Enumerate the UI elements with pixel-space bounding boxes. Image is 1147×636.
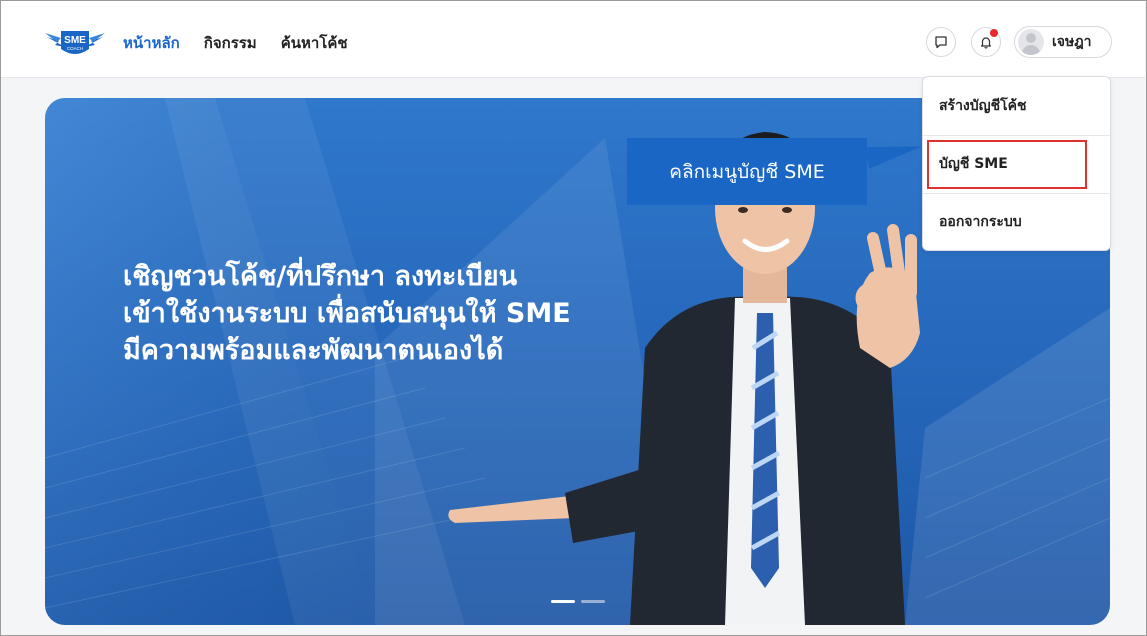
user-name: เจษฎา	[1052, 34, 1092, 50]
menu-item-label: สร้างบัญชีโค้ช	[939, 98, 1027, 114]
bell-icon	[980, 37, 992, 49]
chat-bubble-icon	[935, 36, 947, 49]
logo-text: SME	[64, 35, 86, 46]
nav-activities[interactable]: กิจกรรม	[204, 31, 257, 55]
main-nav: หน้าหลัก กิจกรรม ค้นหาโค้ช	[123, 31, 348, 55]
nav-find-coach[interactable]: ค้นหาโค้ช	[281, 31, 348, 55]
chat-button[interactable]	[926, 27, 956, 57]
top-navbar: SME COACH หน้าหลัก กิจกรรม ค้นหาโค้ช เจษ…	[1, 1, 1145, 78]
carousel-indicators	[551, 600, 605, 603]
menu-item-logout[interactable]: ออกจากระบบ	[923, 193, 1110, 251]
hero-headline-line-1: เชิญชวนโค้ช/ที่ปรึกษา ลงทะเบียน	[123, 261, 518, 292]
menu-item-create-coach-account[interactable]: สร้างบัญชีโค้ช	[923, 77, 1110, 135]
hero-headline-line-3: มีความพร้อมและพัฒนาตนเองได้	[123, 335, 504, 366]
sme-coach-logo[interactable]: SME COACH	[45, 23, 105, 63]
logo-subtext: COACH	[67, 46, 83, 51]
menu-item-label: ออกจากระบบ	[939, 214, 1022, 230]
notification-button[interactable]	[971, 27, 1001, 57]
highlight-box-sme-account	[927, 140, 1087, 189]
user-menu-button[interactable]: เจษฎา	[1014, 26, 1112, 58]
hero-headline-line-2: เข้าใช้งานระบบ เพื่อสนับสนุนให้ SME	[123, 298, 571, 329]
callout-text: คลิกเมนูบัญชี SME	[669, 160, 825, 183]
carousel-dot-2[interactable]	[581, 600, 605, 603]
nav-home[interactable]: หน้าหลัก	[123, 31, 180, 55]
user-avatar-icon	[1018, 29, 1044, 55]
hero-headline: เชิญชวนโค้ช/ที่ปรึกษา ลงทะเบียน เข้าใช้ง…	[123, 258, 571, 369]
notification-badge	[990, 29, 998, 37]
carousel-dot-1[interactable]	[551, 600, 575, 603]
instruction-callout: คลิกเมนูบัญชี SME	[627, 138, 867, 205]
